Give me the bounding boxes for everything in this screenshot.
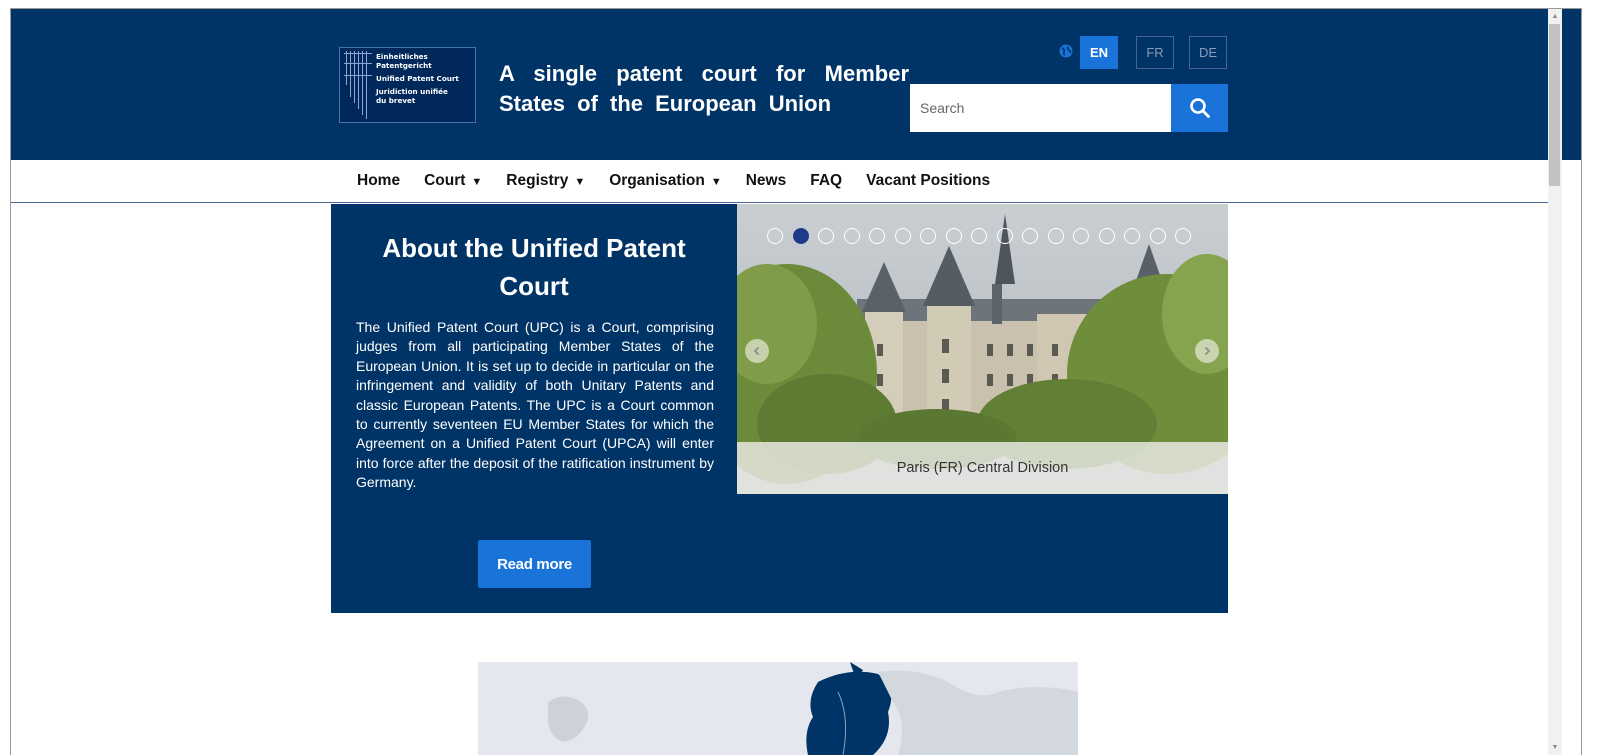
- window-border: [10, 8, 1582, 755]
- scroll-up-icon[interactable]: ▲: [1549, 11, 1561, 23]
- scroll-down-icon[interactable]: ▼: [1549, 742, 1561, 754]
- scrollbar-thumb[interactable]: [1549, 24, 1560, 186]
